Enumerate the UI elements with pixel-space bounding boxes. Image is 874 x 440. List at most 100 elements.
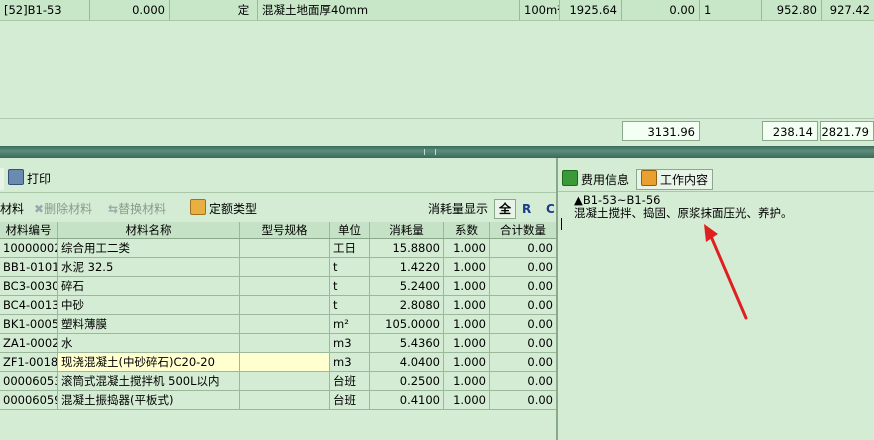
material-coef-cell[interactable]: 1.000 xyxy=(444,315,490,333)
column-header[interactable]: 系数 xyxy=(444,222,490,238)
column-header[interactable]: 单位 xyxy=(330,222,370,238)
material-unit-cell[interactable]: 台班 xyxy=(330,372,370,390)
material-unit-cell[interactable]: m3 xyxy=(330,353,370,371)
material-qty-cell[interactable]: 0.4100 xyxy=(370,391,444,409)
table-row[interactable]: ZA1-0002 水 m3 5.4360 1.000 0.00 xyxy=(0,334,556,353)
column-header[interactable]: 材料名称 xyxy=(58,222,240,238)
add-material-button[interactable]: 材料 xyxy=(0,198,24,220)
material-total-cell[interactable]: 0.00 xyxy=(490,239,556,257)
material-total-cell[interactable]: 0.00 xyxy=(490,277,556,295)
table-row[interactable]: 00006059 混凝土振捣器(平板式) 台班 0.4100 1.000 0.00 xyxy=(0,391,556,410)
table-row[interactable]: BC4-0013 中砂 t 2.8080 1.000 0.00 xyxy=(0,296,556,315)
table-row[interactable]: 00006053 滚筒式混凝土搅拌机 500L以内 台班 0.2500 1.000 0.0… xyxy=(0,372,556,391)
material-code-cell[interactable]: BK1-0005 xyxy=(0,315,58,333)
material-qty-cell[interactable]: 0.2500 xyxy=(370,372,444,390)
material-code-cell[interactable]: BC3-0030 xyxy=(0,277,58,295)
material-unit-cell[interactable]: t xyxy=(330,258,370,276)
table-row[interactable]: ZF1-0018 现浇混凝土(中砂碎石)C20-20 m3 4.0400 1.000 0.… xyxy=(0,353,556,372)
pane-splitter[interactable] xyxy=(0,146,874,158)
material-code-cell[interactable]: BC4-0013 xyxy=(0,296,58,314)
quota-table-empty-area[interactable] xyxy=(0,21,874,117)
material-qty-cell[interactable]: 105.0000 xyxy=(370,315,444,333)
material-coef-cell[interactable]: 1.000 xyxy=(444,353,490,371)
material-spec-cell[interactable] xyxy=(240,334,330,352)
material-code-cell[interactable]: 00006053 xyxy=(0,372,58,390)
toolbar-divider xyxy=(0,192,556,193)
material-name-cell[interactable]: 中砂 xyxy=(58,296,240,314)
table-row[interactable]: BC3-0030 碎石 t 5.2400 1.000 0.00 xyxy=(0,277,556,296)
table-row[interactable]: BB1-0101 水泥 32.5 t 1.4220 1.000 0.00 xyxy=(0,258,556,277)
work-content-text[interactable]: ▲B1-53~B1-56 混凝土搅拌、捣固、原浆抹面压光、养护。 xyxy=(574,194,793,220)
tab-work-content-label: 工作内容 xyxy=(660,173,709,187)
display-r-button[interactable]: R xyxy=(522,198,531,220)
delete-material-button[interactable]: ✖删除材料 xyxy=(34,198,92,220)
column-header[interactable]: 合计数量 xyxy=(490,222,556,238)
material-coef-cell[interactable]: 1.000 xyxy=(444,296,490,314)
material-spec-cell[interactable] xyxy=(240,372,330,390)
material-qty-cell[interactable]: 5.2400 xyxy=(370,277,444,295)
tab-fee-info[interactable]: 费用信息 xyxy=(562,170,629,190)
material-total-cell[interactable]: 0.00 xyxy=(490,353,556,371)
material-spec-cell[interactable] xyxy=(240,391,330,409)
material-total-cell[interactable]: 0.00 xyxy=(490,296,556,314)
material-unit-cell[interactable]: m3 xyxy=(330,334,370,352)
material-spec-cell[interactable] xyxy=(240,239,330,257)
material-spec-cell[interactable] xyxy=(240,258,330,276)
material-unit-cell[interactable]: 工日 xyxy=(330,239,370,257)
column-header[interactable]: 材料编号 xyxy=(0,222,58,238)
material-name-cell[interactable]: 水泥 32.5 xyxy=(58,258,240,276)
material-name-cell[interactable]: 水 xyxy=(58,334,240,352)
quota-value-cell: 0.00 xyxy=(622,0,700,20)
material-spec-cell[interactable] xyxy=(240,315,330,333)
material-total-cell[interactable]: 0.00 xyxy=(490,315,556,333)
material-total-cell[interactable]: 0.00 xyxy=(490,334,556,352)
material-unit-cell[interactable]: m² xyxy=(330,315,370,333)
material-qty-cell[interactable]: 1.4220 xyxy=(370,258,444,276)
material-code-cell[interactable]: 10000002 xyxy=(0,239,58,257)
material-unit-cell[interactable]: 台班 xyxy=(330,391,370,409)
material-coef-cell[interactable]: 1.000 xyxy=(444,372,490,390)
material-coef-cell[interactable]: 1.000 xyxy=(444,239,490,257)
material-coef-cell[interactable]: 1.000 xyxy=(444,334,490,352)
material-unit-cell[interactable]: t xyxy=(330,296,370,314)
tab-fee-info-label: 费用信息 xyxy=(581,173,630,187)
material-code-cell[interactable]: 00006059 xyxy=(0,391,58,409)
material-qty-cell[interactable]: 2.8080 xyxy=(370,296,444,314)
table-row[interactable]: BK1-0005 塑料薄膜 m² 105.0000 1.000 0.00 xyxy=(0,315,556,334)
material-total-cell[interactable]: 0.00 xyxy=(490,372,556,390)
table-row[interactable]: 10000002 综合用工二类 工日 15.8800 1.000 0.00 xyxy=(0,239,556,258)
material-name-cell[interactable]: 滚筒式混凝土搅拌机 500L以内 xyxy=(58,372,240,390)
print-label: 打印 xyxy=(27,172,52,186)
material-code-cell[interactable]: ZF1-0018 xyxy=(0,353,58,371)
material-unit-cell[interactable]: t xyxy=(330,277,370,295)
splitter-grip[interactable] xyxy=(424,149,436,155)
material-spec-cell[interactable] xyxy=(240,277,330,295)
material-qty-cell[interactable]: 5.4360 xyxy=(370,334,444,352)
material-code-cell[interactable]: BB1-0101 xyxy=(0,258,58,276)
material-qty-cell[interactable]: 4.0400 xyxy=(370,353,444,371)
material-name-cell[interactable]: 碎石 xyxy=(58,277,240,295)
material-coef-cell[interactable]: 1.000 xyxy=(444,277,490,295)
replace-material-button[interactable]: ⇆替换材料 xyxy=(108,198,166,220)
print-button[interactable]: 打印 xyxy=(8,168,51,190)
material-name-cell[interactable]: 综合用工二类 xyxy=(58,239,240,257)
quota-type-button[interactable]: 定额类型 xyxy=(190,198,257,220)
material-coef-cell[interactable]: 1.000 xyxy=(444,258,490,276)
column-header[interactable]: 型号规格 xyxy=(240,222,330,238)
material-total-cell[interactable]: 0.00 xyxy=(490,258,556,276)
display-c-button[interactable]: C xyxy=(546,198,555,220)
material-name-cell[interactable]: 现浇混凝土(中砂碎石)C20-20 xyxy=(58,353,240,371)
quota-table-row[interactable]: [52]B1-53 0.000 定 混凝土地面厚40mm 100m² 1925.… xyxy=(0,0,874,21)
column-header[interactable]: 消耗量 xyxy=(370,222,444,238)
material-spec-cell[interactable] xyxy=(240,353,330,371)
material-name-cell[interactable]: 混凝土振捣器(平板式) xyxy=(58,391,240,409)
toolbar-edge xyxy=(0,168,4,190)
material-spec-cell[interactable] xyxy=(240,296,330,314)
display-all-button[interactable]: 全 xyxy=(494,199,517,219)
material-coef-cell[interactable]: 1.000 xyxy=(444,391,490,409)
material-qty-cell[interactable]: 15.8800 xyxy=(370,239,444,257)
material-total-cell[interactable]: 0.00 xyxy=(490,391,556,409)
tab-work-content[interactable]: 工作内容 xyxy=(636,169,714,190)
material-name-cell[interactable]: 塑料薄膜 xyxy=(58,315,240,333)
material-code-cell[interactable]: ZA1-0002 xyxy=(0,334,58,352)
